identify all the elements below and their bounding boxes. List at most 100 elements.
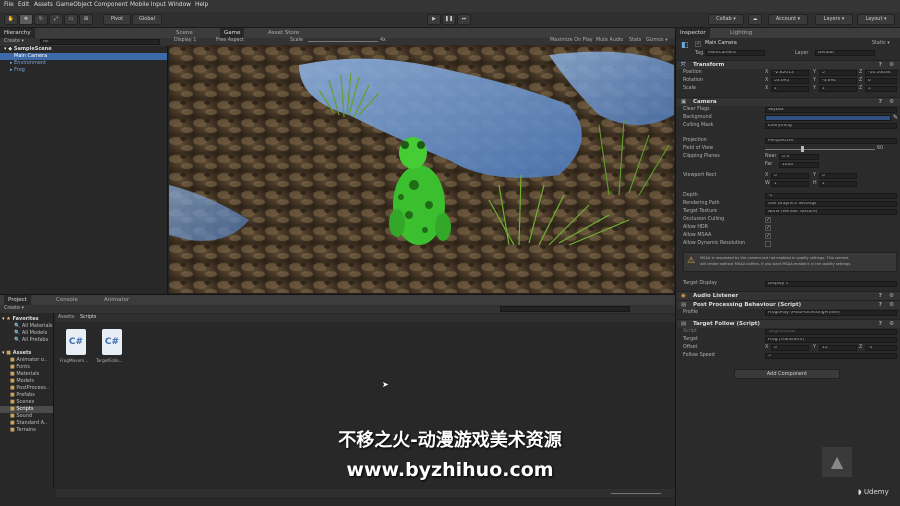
icon-size-slider[interactable]: [611, 493, 661, 494]
target-display-dropdown[interactable]: Display 1: [765, 281, 897, 287]
folder-item[interactable]: ■ Models: [0, 378, 53, 385]
tab-scene[interactable]: Scene: [172, 28, 197, 38]
script-file-tile[interactable]: C# TargetFollo...: [96, 329, 128, 369]
folder-item[interactable]: ■ Animator o..: [0, 357, 53, 364]
account-dropdown[interactable]: Account ▾: [768, 14, 808, 25]
folder-item[interactable]: ■ PostProcess..: [0, 385, 53, 392]
target-field[interactable]: Frog (Transform): [765, 337, 897, 343]
tab-asset-store[interactable]: Asset Store: [264, 28, 303, 38]
viewport-x-field[interactable]: 0: [771, 173, 809, 179]
maximize-on-play-toggle[interactable]: Maximize On Play: [550, 38, 593, 43]
viewport-h-field[interactable]: 1: [819, 181, 857, 187]
settings-gear-icon[interactable]: ⚙: [889, 98, 894, 106]
folder-item[interactable]: ■ Materials: [0, 371, 53, 378]
hand-tool-icon[interactable]: ✋: [4, 14, 18, 25]
follow-speed-field[interactable]: 5: [765, 353, 897, 359]
help-icon[interactable]: ?: [879, 98, 882, 106]
settings-gear-icon[interactable]: ⚙: [889, 320, 894, 328]
scale-x-field[interactable]: 1: [771, 86, 809, 92]
layers-dropdown[interactable]: Layers ▾: [815, 14, 853, 25]
near-field[interactable]: 0.3: [779, 154, 819, 160]
stats-toggle[interactable]: Stats: [629, 38, 641, 43]
rotate-tool-icon[interactable]: ↻: [34, 14, 48, 25]
background-color-swatch[interactable]: [765, 115, 891, 121]
far-field[interactable]: 1000: [779, 162, 819, 168]
offset-y-field[interactable]: 15: [819, 345, 857, 351]
folder-item[interactable]: ■ Fonts: [0, 364, 53, 371]
game-render-viewport[interactable]: [169, 45, 674, 293]
position-x-field[interactable]: -2.82013: [771, 70, 809, 76]
hierarchy-item-main-camera[interactable]: Main Camera: [0, 53, 167, 60]
project-search-input[interactable]: [500, 306, 630, 312]
assets-root-folder[interactable]: ▾ ■ Assets: [0, 350, 53, 357]
viewport-y-field[interactable]: 0: [819, 173, 857, 179]
offset-x-field[interactable]: 0: [771, 345, 809, 351]
allow-dynamic-resolution-checkbox[interactable]: [765, 241, 771, 247]
tab-inspector[interactable]: Inspector: [676, 28, 710, 38]
hierarchy-item-frog[interactable]: ▸ Frog: [0, 67, 167, 74]
post-processing-header[interactable]: ▤ Post Processing Behaviour (Script) ? ⚙: [677, 300, 900, 309]
folder-item[interactable]: ■ Prefabs: [0, 392, 53, 399]
active-checkbox[interactable]: ✓: [695, 41, 701, 47]
culling-mask-dropdown[interactable]: Everything: [765, 123, 897, 129]
fov-slider-handle[interactable]: [801, 146, 804, 152]
rendering-path-dropdown[interactable]: Use Graphics Settings: [765, 201, 897, 207]
transform-component-header[interactable]: ⤧ Transform ? ⚙: [677, 60, 900, 69]
rotation-y-field[interactable]: -3.691: [819, 78, 857, 84]
viewport-w-field[interactable]: 1: [771, 181, 809, 187]
breadcrumb-assets[interactable]: Assets: [58, 315, 74, 320]
menu-component[interactable]: Component: [94, 2, 128, 8]
position-y-field[interactable]: 5: [819, 70, 857, 76]
fov-value[interactable]: 60: [877, 146, 883, 151]
rotation-z-field[interactable]: 0: [865, 78, 897, 84]
target-texture-field[interactable]: None (Render Texture): [765, 209, 897, 215]
project-create-button[interactable]: Create ▾: [4, 306, 24, 311]
folder-item[interactable]: ■ Standard A..: [0, 420, 53, 427]
scale-z-field[interactable]: 1: [865, 86, 897, 92]
tab-project[interactable]: Project: [4, 295, 31, 305]
settings-gear-icon[interactable]: ⚙: [889, 301, 894, 309]
play-button[interactable]: ▶: [427, 14, 441, 25]
scale-slider[interactable]: [308, 41, 378, 42]
script-file-tile[interactable]: C# FrogMovem...: [60, 329, 92, 369]
layer-dropdown[interactable]: Default: [815, 50, 875, 56]
menu-assets[interactable]: Assets: [34, 2, 53, 8]
target-follow-header[interactable]: ▤ Target Follow (Script) ? ⚙: [677, 319, 900, 328]
global-toggle[interactable]: Global: [132, 14, 162, 25]
hierarchy-search-input[interactable]: All: [40, 39, 160, 45]
hierarchy-create-button[interactable]: Create ▾: [4, 39, 24, 44]
gizmos-dropdown[interactable]: Gizmos ▾: [646, 38, 668, 43]
favorite-all-prefabs[interactable]: 🔍 All Prefabs: [0, 337, 53, 344]
folder-item-selected[interactable]: ■ Scripts: [0, 406, 53, 413]
tab-hierarchy[interactable]: Hierarchy: [0, 28, 35, 38]
menu-help[interactable]: Help: [195, 2, 208, 8]
display-dropdown[interactable]: Display 1: [174, 38, 196, 43]
folder-item[interactable]: ■ Sound: [0, 413, 53, 420]
move-tool-icon[interactable]: ✥: [19, 14, 33, 25]
folder-item[interactable]: ■ Terrains: [0, 427, 53, 434]
folder-item[interactable]: ■ Scenes: [0, 399, 53, 406]
projection-dropdown[interactable]: Perspective: [765, 138, 897, 144]
favorites-header[interactable]: ▾ ★ Favorites: [0, 316, 53, 323]
hierarchy-item-environment[interactable]: ▸ Environment: [0, 60, 167, 67]
profile-field[interactable]: FrogsPlay (PostProcessingProfile): [765, 310, 897, 316]
static-toggle[interactable]: Static ▾: [872, 41, 890, 46]
menu-mobile-input[interactable]: Mobile Input: [130, 2, 166, 8]
scale-tool-icon[interactable]: ⤢: [49, 14, 63, 25]
settings-gear-icon[interactable]: ⚙: [889, 61, 894, 69]
favorite-all-models[interactable]: 🔍 All Models: [0, 330, 53, 337]
camera-component-header[interactable]: ▣ Camera ? ⚙: [677, 97, 900, 106]
tab-console[interactable]: Console: [52, 295, 82, 305]
menu-gameobject[interactable]: GameObject: [56, 2, 92, 8]
mute-audio-toggle[interactable]: Mute Audio: [596, 38, 623, 43]
hierarchy-scene-row[interactable]: ▾ ◆ SampleScene: [0, 46, 167, 53]
breadcrumb-scripts[interactable]: Scripts: [80, 315, 96, 320]
cloud-icon[interactable]: ☁: [748, 14, 762, 25]
menu-edit[interactable]: Edit: [18, 2, 29, 8]
transform-tool-icon[interactable]: ⊞: [79, 14, 93, 25]
rect-tool-icon[interactable]: ▭: [64, 14, 78, 25]
settings-gear-icon[interactable]: ⚙: [889, 292, 894, 300]
allow-hdr-checkbox[interactable]: ✓: [765, 225, 771, 231]
scale-y-field[interactable]: 1: [819, 86, 857, 92]
allow-msaa-checkbox[interactable]: ✓: [765, 233, 771, 239]
